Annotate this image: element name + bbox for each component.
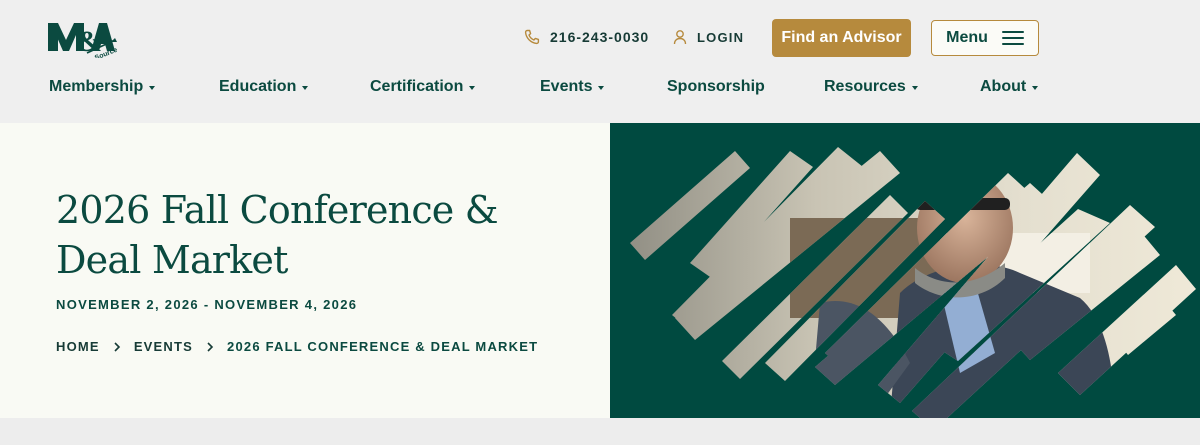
nav-item-certification[interactable]: Certification xyxy=(370,78,476,96)
breadcrumb-events[interactable]: EVENTS xyxy=(134,339,193,354)
chevron-right-icon xyxy=(207,341,214,352)
nav-item-label: Resources xyxy=(824,78,906,95)
site-header: & Source 216-243-0030 LOGIN Find an Advi… xyxy=(0,0,1200,123)
nav-item-events[interactable]: Events xyxy=(540,78,605,96)
login-label: LOGIN xyxy=(697,29,745,45)
breadcrumb-current: 2026 FALL CONFERENCE & DEAL MARKET xyxy=(227,339,539,354)
nav-item-label: About xyxy=(980,78,1027,95)
phone-icon xyxy=(524,29,540,45)
caret-down-icon xyxy=(149,85,156,90)
caret-down-icon xyxy=(1032,85,1039,90)
user-icon xyxy=(673,30,687,45)
utility-bar: 216-243-0030 LOGIN Find an Advisor Menu xyxy=(0,19,1200,57)
event-dates: NOVEMBER 2, 2026 - NOVEMBER 4, 2026 xyxy=(56,297,358,312)
menu-button[interactable]: Menu xyxy=(931,20,1039,56)
chevron-right-icon xyxy=(114,341,120,352)
caret-down-icon xyxy=(302,85,309,90)
nav-item-education[interactable]: Education xyxy=(219,78,309,96)
login-link[interactable]: LOGIN xyxy=(672,29,744,45)
hamburger-icon xyxy=(1001,31,1024,45)
man-with-glasses-in-suit-striped-photo xyxy=(630,147,1196,418)
nav-item-label: Sponsorship xyxy=(667,78,765,95)
hero-text-panel: 2026 Fall Conference & Deal Market NOVEM… xyxy=(0,123,610,418)
nav-item-label: Membership xyxy=(49,78,144,95)
nav-item-membership[interactable]: Membership xyxy=(49,78,156,96)
nav-item-label: Events xyxy=(540,78,593,95)
phone-number: 216-243-0030 xyxy=(550,29,650,45)
page-background-strip xyxy=(0,418,1200,445)
breadcrumb: HOME EVENTS 2026 FALL CONFERENCE & DEAL … xyxy=(56,339,538,354)
caret-down-icon xyxy=(469,85,476,90)
find-advisor-button[interactable]: Find an Advisor xyxy=(772,19,911,57)
nav-item-about[interactable]: About xyxy=(980,78,1039,96)
main-nav: Membership Education Certification Event… xyxy=(0,78,1200,104)
nav-item-resources[interactable]: Resources xyxy=(824,78,918,96)
nav-item-sponsorship[interactable]: Sponsorship xyxy=(667,78,765,96)
caret-down-icon xyxy=(598,85,605,90)
breadcrumb-home[interactable]: HOME xyxy=(56,339,100,354)
nav-item-label: Education xyxy=(219,78,297,95)
nav-item-label: Certification xyxy=(370,78,464,95)
hero-image-panel xyxy=(610,123,1200,418)
menu-label: Menu xyxy=(946,29,988,46)
phone-link[interactable]: 216-243-0030 xyxy=(524,29,649,45)
page-title: 2026 Fall Conference & Deal Market xyxy=(56,188,499,282)
caret-down-icon xyxy=(911,85,918,90)
